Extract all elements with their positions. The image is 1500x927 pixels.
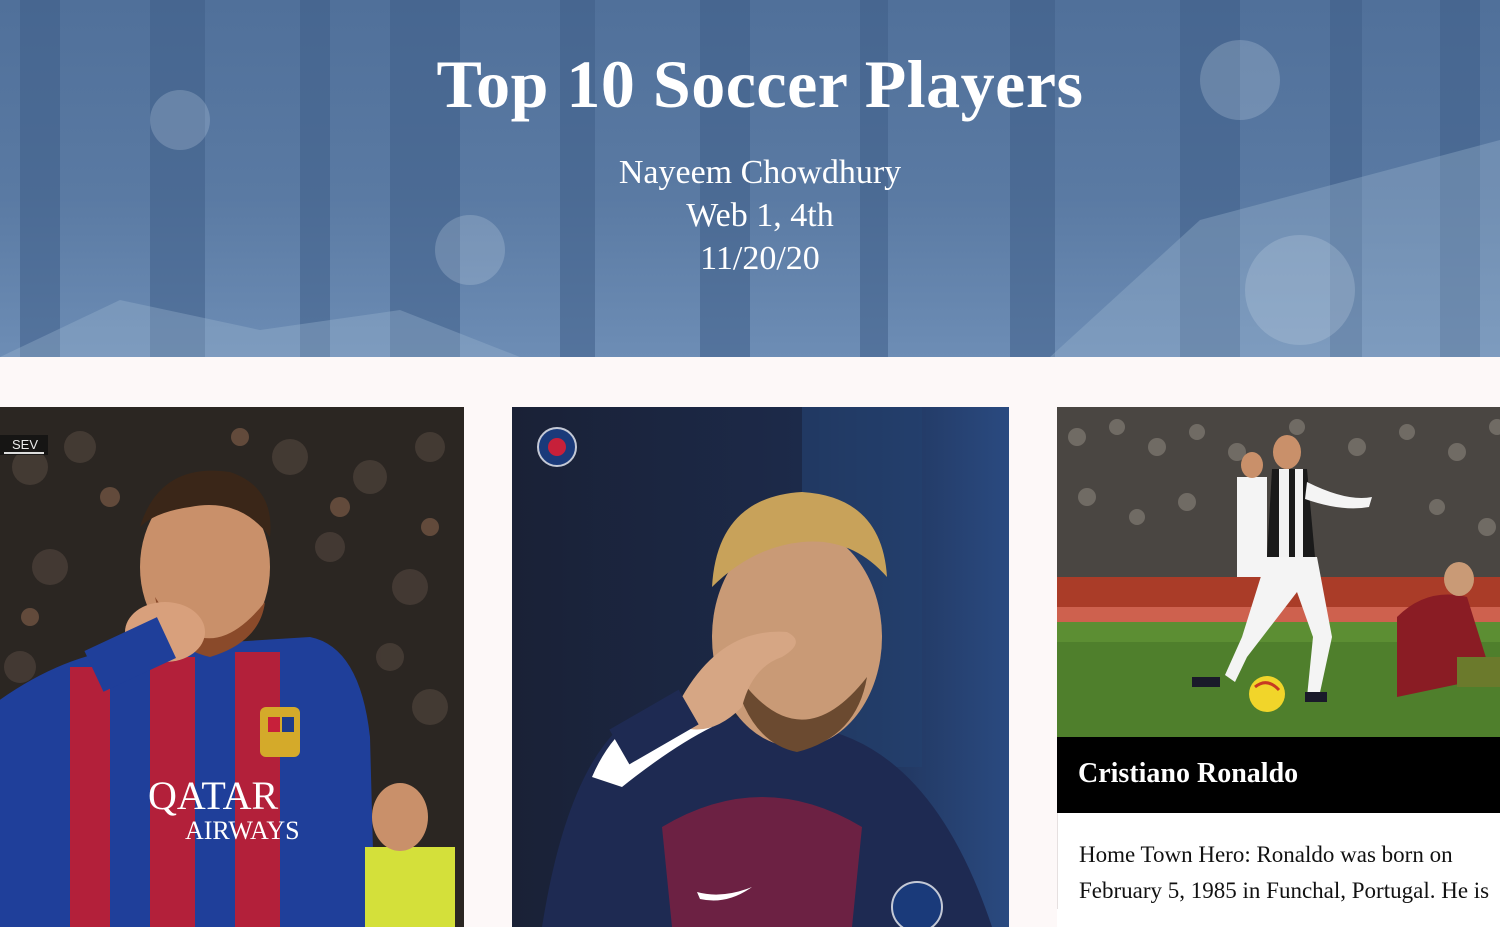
player-name-heading: Cristiano Ronaldo	[1057, 737, 1500, 813]
messi-photo: QATAR AIRWAYS SEV	[0, 407, 464, 927]
player-card-messi[interactable]: QATAR AIRWAYS SEV	[0, 407, 464, 927]
hero-banner: Top 10 Soccer Players Nayeem Chowdhury W…	[0, 0, 1500, 357]
player-card-ronaldo[interactable]: Cristiano Ronaldo Home Town Hero: Ronald…	[1057, 407, 1500, 927]
jersey-sponsor-subtext: AIRWAYS	[185, 816, 300, 845]
jersey-sponsor-text: QATAR	[148, 773, 278, 818]
description-line: Home Town Hero: Ronaldo was born on	[1079, 842, 1453, 867]
score-overlay-badge: SEV	[12, 437, 38, 452]
byline: Nayeem Chowdhury Web 1, 4th 11/20/20	[0, 151, 1500, 280]
description-line: February 5, 1985 in Funchal, Portugal. H…	[1079, 878, 1490, 903]
class-period: Web 1, 4th	[686, 197, 834, 234]
ronaldo-photo	[1057, 407, 1500, 737]
date: 11/20/20	[700, 240, 820, 277]
neymar-photo	[512, 407, 1009, 927]
player-card-neymar[interactable]	[512, 407, 1009, 927]
page-title: Top 10 Soccer Players	[436, 46, 1084, 122]
author-name: Nayeem Chowdhury	[618, 154, 902, 191]
player-description: Home Town Hero: Ronaldo was born on Febr…	[1057, 813, 1500, 909]
